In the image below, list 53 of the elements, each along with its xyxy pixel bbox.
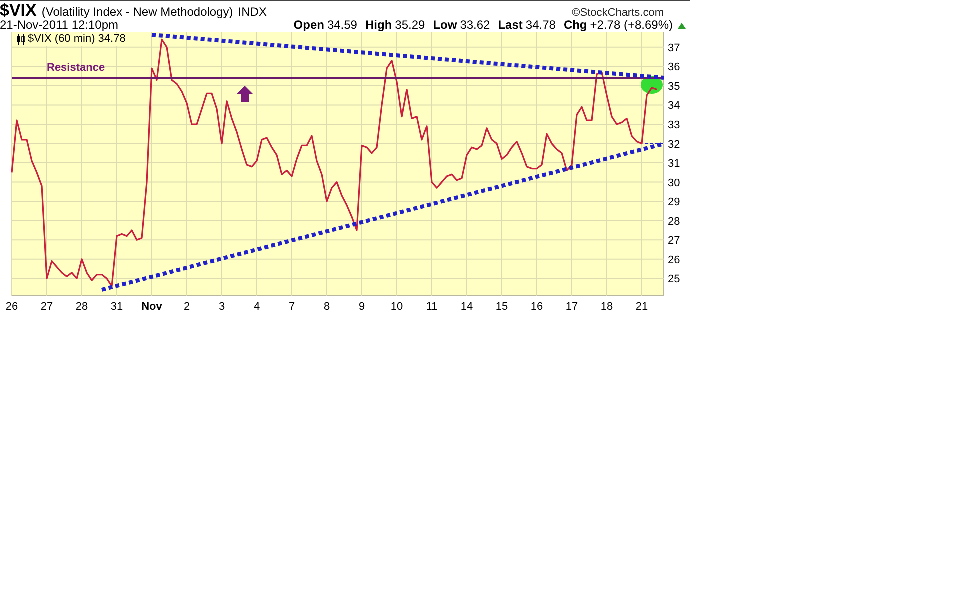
x-axis-label: 16 bbox=[530, 301, 544, 313]
quote-value: 34.59 bbox=[327, 18, 358, 32]
y-axis-label: 28 bbox=[668, 216, 680, 228]
x-axis-label: 18 bbox=[600, 301, 614, 313]
source-credit: ©StockCharts.com bbox=[572, 7, 664, 19]
x-axis-label: 7 bbox=[288, 301, 296, 313]
y-axis-label: 31 bbox=[668, 158, 680, 170]
y-axis-label: 29 bbox=[668, 196, 680, 209]
quote-label: High bbox=[365, 18, 392, 32]
y-axis-label: 25 bbox=[668, 274, 680, 286]
x-axis-label: 2 bbox=[184, 301, 190, 313]
x-axis-label: 10 bbox=[390, 301, 404, 313]
up-arrow-icon bbox=[237, 86, 253, 102]
up-triangle-icon bbox=[678, 23, 686, 29]
timestamp: 21-Nov-2011 12:10pm bbox=[0, 18, 119, 32]
y-axis-label: 34 bbox=[668, 100, 680, 112]
quote-label: Last bbox=[498, 18, 523, 32]
y-axis-label: 33 bbox=[668, 120, 680, 132]
index-name: (Volatility Index - New Methodology) bbox=[42, 5, 234, 19]
quote-label: Chg bbox=[564, 18, 588, 32]
legend-text: $VIX (60 min) 34.78 bbox=[28, 33, 126, 46]
y-axis-label: 27 bbox=[668, 235, 680, 248]
quote-value: 33.62 bbox=[460, 18, 490, 32]
x-axis-label: 26 bbox=[6, 301, 18, 313]
x-axis-label: 21 bbox=[636, 301, 648, 313]
y-axis-label: 30 bbox=[668, 177, 680, 190]
x-axis-label: 28 bbox=[76, 301, 88, 313]
x-axis-label: 9 bbox=[358, 301, 366, 313]
x-axis-label: 27 bbox=[40, 301, 54, 313]
resistance-label: Resistance bbox=[47, 62, 106, 74]
highlight-ellipse bbox=[641, 76, 663, 94]
y-axis-label: 35 bbox=[668, 80, 680, 93]
y-axis-label: 36 bbox=[668, 62, 680, 74]
x-axis-label: 3 bbox=[218, 301, 226, 313]
y-axis-label: 37 bbox=[668, 42, 680, 54]
quote-label: Open bbox=[294, 18, 324, 32]
x-axis-label: Nov bbox=[142, 301, 162, 313]
y-axis-label: 32 bbox=[668, 138, 680, 151]
ticker-symbol: $VIX bbox=[0, 1, 37, 20]
x-axis-label: 17 bbox=[566, 301, 578, 313]
candlestick-icon bbox=[16, 34, 26, 45]
quote-label: Low bbox=[433, 18, 458, 32]
x-axis-label: 15 bbox=[496, 301, 508, 313]
quote-value: 34.78 bbox=[526, 18, 556, 32]
x-axis-label: 31 bbox=[110, 301, 124, 313]
quote-value: +2.78 (+8.69%) bbox=[590, 18, 673, 32]
quote-value: 35.29 bbox=[395, 18, 426, 32]
x-axis-label: 8 bbox=[324, 301, 330, 313]
x-axis-label: 4 bbox=[254, 301, 260, 313]
x-axis-label: 14 bbox=[460, 301, 474, 313]
exchange-label: INDX bbox=[238, 5, 267, 19]
x-axis-label: 11 bbox=[426, 301, 438, 313]
y-axis-label: 26 bbox=[668, 254, 680, 266]
